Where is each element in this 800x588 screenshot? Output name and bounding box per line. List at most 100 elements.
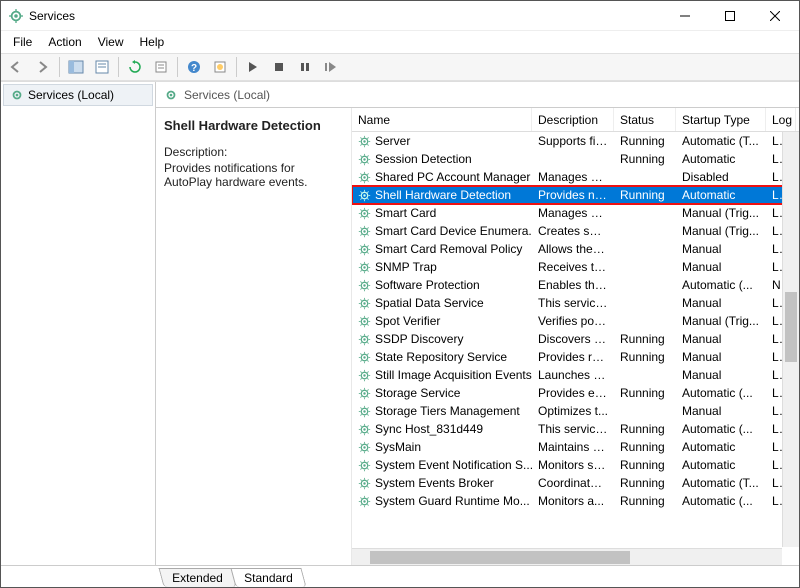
service-description: Manages ac... xyxy=(532,206,614,220)
close-button[interactable] xyxy=(752,1,797,30)
service-name: Sync Host_831d449 xyxy=(375,422,483,436)
service-description: Receives tra... xyxy=(532,260,614,274)
service-row[interactable]: Storage ServiceProvides en...RunningAuto… xyxy=(352,384,799,402)
restart-service-button[interactable] xyxy=(319,56,343,78)
service-row[interactable]: Spot VerifierVerifies pote...Manual (Tri… xyxy=(352,312,799,330)
scrollbar-thumb[interactable] xyxy=(785,292,797,362)
service-description: Launches a... xyxy=(532,368,614,382)
maximize-button[interactable] xyxy=(707,1,752,30)
service-description: Provides en... xyxy=(532,386,614,400)
col-header-startup[interactable]: Startup Type xyxy=(676,108,766,131)
export-list-button[interactable] xyxy=(90,56,114,78)
service-status: Running xyxy=(614,386,676,400)
service-row[interactable]: SSDP DiscoveryDiscovers n...RunningManua… xyxy=(352,330,799,348)
service-name: System Events Broker xyxy=(375,476,494,490)
service-row[interactable]: System Guard Runtime Mo...Monitors a...R… xyxy=(352,492,799,510)
service-icon xyxy=(358,207,371,220)
service-row[interactable]: Smart Card Removal PolicyAllows the s...… xyxy=(352,240,799,258)
window-title: Services xyxy=(29,9,662,23)
service-icon xyxy=(358,315,371,328)
service-name: Spot Verifier xyxy=(375,314,440,328)
service-row[interactable]: Storage Tiers ManagementOptimizes t...Ma… xyxy=(352,402,799,420)
service-row[interactable]: Sync Host_831d449This service ...Running… xyxy=(352,420,799,438)
titlebar[interactable]: Services xyxy=(1,1,799,31)
service-status: Running xyxy=(614,134,676,148)
toolbar: ? xyxy=(1,53,799,81)
services-icon xyxy=(164,88,178,102)
service-description: Creates soft... xyxy=(532,224,614,238)
menu-file[interactable]: File xyxy=(5,33,40,51)
service-description: Provides no... xyxy=(532,188,614,202)
service-description: Monitors a... xyxy=(532,494,614,508)
service-rows[interactable]: ServerSupports fil...RunningAutomatic (T… xyxy=(352,132,799,565)
service-row[interactable]: Shared PC Account ManagerManages pr...Di… xyxy=(352,168,799,186)
minimize-button[interactable] xyxy=(662,1,707,30)
service-description: Maintains a... xyxy=(532,440,614,454)
menu-view[interactable]: View xyxy=(90,33,132,51)
menu-help[interactable]: Help xyxy=(132,33,173,51)
vertical-scrollbar[interactable] xyxy=(782,132,799,547)
start-service-button[interactable] xyxy=(241,56,265,78)
service-row[interactable]: SNMP TrapReceives tra...ManualLoc xyxy=(352,258,799,276)
separator xyxy=(236,57,237,77)
service-row[interactable]: Software ProtectionEnables the ...Automa… xyxy=(352,276,799,294)
services-icon xyxy=(10,88,24,102)
service-startup: Automatic (T... xyxy=(676,134,766,148)
service-icon xyxy=(358,351,371,364)
help-button[interactable]: ? xyxy=(182,56,206,78)
menu-action[interactable]: Action xyxy=(40,33,89,51)
service-name: System Guard Runtime Mo... xyxy=(375,494,530,508)
horizontal-scrollbar[interactable] xyxy=(352,548,782,565)
back-button[interactable] xyxy=(5,56,29,78)
service-row[interactable]: Smart Card Device Enumera...Creates soft… xyxy=(352,222,799,240)
refresh-button[interactable] xyxy=(123,56,147,78)
col-header-description[interactable]: Description xyxy=(532,108,614,131)
service-name: SSDP Discovery xyxy=(375,332,463,346)
service-icon xyxy=(358,297,371,310)
service-startup: Disabled xyxy=(676,170,766,184)
pause-service-button[interactable] xyxy=(293,56,317,78)
description-label: Description: xyxy=(164,145,339,159)
service-icon xyxy=(358,135,371,148)
service-startup: Automatic (... xyxy=(676,422,766,436)
service-name: Shell Hardware Detection xyxy=(375,188,511,202)
service-startup: Manual xyxy=(676,404,766,418)
properties-button[interactable] xyxy=(149,56,173,78)
service-row[interactable]: Shell Hardware DetectionProvides no...Ru… xyxy=(352,186,799,204)
service-row[interactable]: System Event Notification S...Monitors s… xyxy=(352,456,799,474)
show-hide-tree-button[interactable] xyxy=(64,56,88,78)
service-name: Smart Card Removal Policy xyxy=(375,242,522,256)
scrollbar-thumb[interactable] xyxy=(370,551,630,564)
service-name: SNMP Trap xyxy=(375,260,437,274)
service-row[interactable]: Spatial Data ServiceThis service ...Manu… xyxy=(352,294,799,312)
service-icon xyxy=(358,405,371,418)
tab-extended[interactable]: Extended xyxy=(158,568,236,587)
description-text: Provides notifications for AutoPlay hard… xyxy=(164,161,339,189)
service-description: Supports fil... xyxy=(532,134,614,148)
tab-standard[interactable]: Standard xyxy=(230,568,306,587)
service-row[interactable]: ServerSupports fil...RunningAutomatic (T… xyxy=(352,132,799,150)
help-topics-button[interactable] xyxy=(208,56,232,78)
service-description: Provides re... xyxy=(532,350,614,364)
service-name: Spatial Data Service xyxy=(375,296,484,310)
col-header-logon[interactable]: Log xyxy=(766,108,796,131)
services-window: Services File Action View Help ? xyxy=(0,0,800,588)
service-row[interactable]: Session DetectionRunningAutomaticLoc xyxy=(352,150,799,168)
forward-button[interactable] xyxy=(31,56,55,78)
col-header-name[interactable]: Name xyxy=(352,108,532,131)
service-row[interactable]: System Events BrokerCoordinates...Runnin… xyxy=(352,474,799,492)
service-list: Name Description Status Startup Type Log… xyxy=(351,108,799,565)
stop-service-button[interactable] xyxy=(267,56,291,78)
service-row[interactable]: State Repository ServiceProvides re...Ru… xyxy=(352,348,799,366)
service-row[interactable]: SysMainMaintains a...RunningAutomaticLoc xyxy=(352,438,799,456)
service-status: Running xyxy=(614,152,676,166)
service-status: Running xyxy=(614,494,676,508)
service-row[interactable]: Still Image Acquisition EventsLaunches a… xyxy=(352,366,799,384)
service-name: Still Image Acquisition Events xyxy=(375,368,532,382)
service-icon xyxy=(358,153,371,166)
service-startup: Manual xyxy=(676,260,766,274)
tree-item-services-local[interactable]: Services (Local) xyxy=(3,84,153,106)
col-header-status[interactable]: Status xyxy=(614,108,676,131)
service-row[interactable]: Smart CardManages ac...Manual (Trig...Lo… xyxy=(352,204,799,222)
right-panel: Services (Local) Shell Hardware Detectio… xyxy=(156,82,799,565)
